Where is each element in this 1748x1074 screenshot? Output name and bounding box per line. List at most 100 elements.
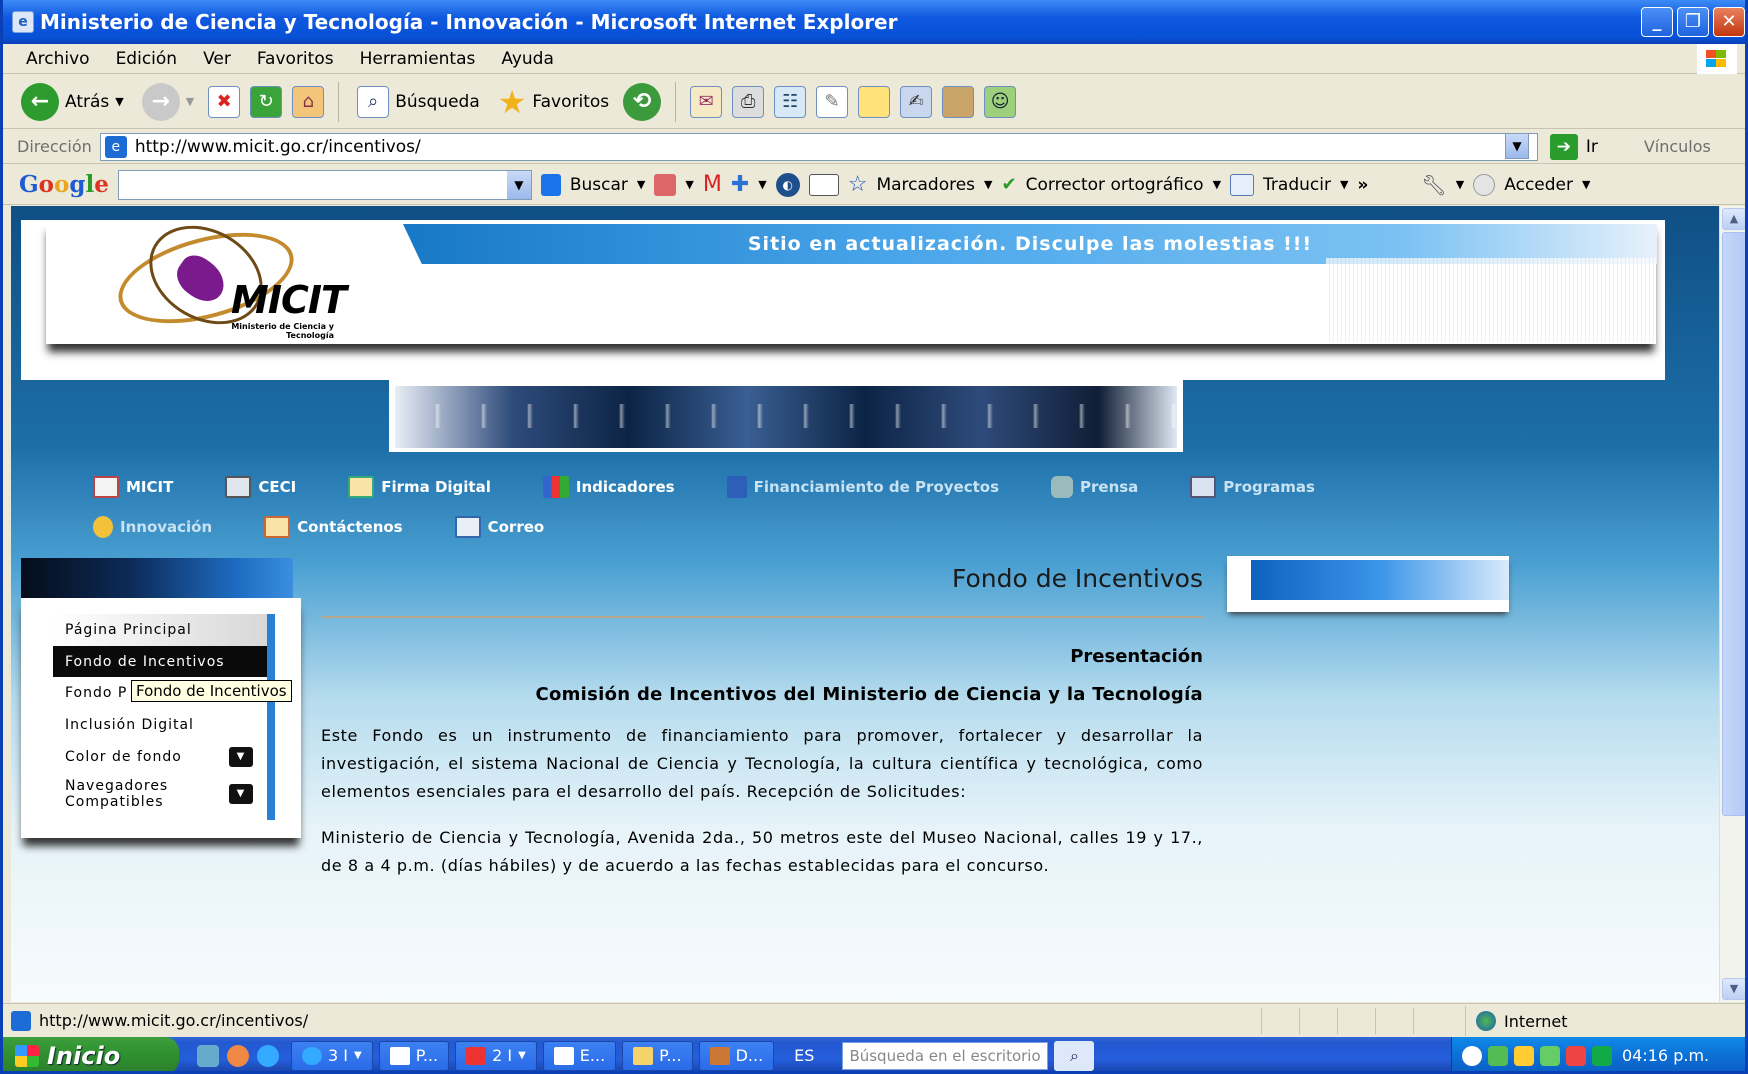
- main-navigation: MICIT CECI Firma Digital Indicadores Fin…: [93, 476, 1493, 538]
- scroll-up-button[interactable]: ▲: [1722, 208, 1745, 230]
- menu-herramientas[interactable]: Herramientas: [347, 49, 489, 69]
- gmail-icon[interactable]: M: [703, 172, 722, 197]
- note-icon[interactable]: [858, 85, 891, 118]
- home-icon[interactable]: ⌂: [292, 85, 325, 118]
- nav-programas[interactable]: Programas: [1190, 476, 1315, 498]
- section-heading: Presentación: [1070, 646, 1203, 667]
- task-word-1[interactable]: P...: [378, 1040, 450, 1071]
- standard-toolbar: ← Atrás ▼ → ▼ ✖ ↻ ⌂ ⌕ Búsqueda ★ Favoritos…: [3, 75, 1745, 129]
- restore-button[interactable]: ❐: [1677, 7, 1709, 37]
- micit-logo[interactable]: MICIT Ministerio de Ciencia y Tecnología: [108, 206, 376, 344]
- task-excel[interactable]: E...: [542, 1040, 617, 1071]
- scroll-thumb[interactable]: [1722, 232, 1745, 816]
- side-item-pagina-principal[interactable]: Página Principal: [53, 614, 267, 646]
- google-search-button[interactable]: Buscar: [570, 175, 628, 195]
- archive-icon[interactable]: [942, 85, 975, 118]
- security-zone: Internet: [1465, 1006, 1568, 1036]
- address-input[interactable]: e http://www.micit.go.cr/incentivos/: [99, 132, 1538, 161]
- tooltip: Fondo de Incentivos: [131, 680, 292, 702]
- wrench-icon[interactable]: 🔧︎: [1421, 173, 1446, 197]
- forward-button[interactable]: → ▼: [138, 80, 198, 124]
- envelope-icon: [454, 516, 481, 538]
- menu-archivo[interactable]: Archivo: [13, 49, 103, 69]
- nav-firma-digital[interactable]: Firma Digital: [348, 476, 491, 498]
- status-bar: http://www.micit.go.cr/incentivos/ Inter…: [3, 1003, 1745, 1037]
- translate-button[interactable]: Traducir: [1263, 175, 1331, 195]
- go-button[interactable]: ➔ Ir: [1549, 133, 1598, 160]
- edit-icon[interactable]: ✎: [816, 85, 849, 118]
- links-toolbar[interactable]: Vínculos: [1644, 137, 1711, 156]
- scroll-down-button[interactable]: ▼: [1722, 978, 1745, 1000]
- nav-correo[interactable]: Correo: [454, 516, 544, 538]
- intro-paragraph: Este Fondo es un instrumento de financia…: [321, 726, 1203, 801]
- start-button[interactable]: Inicio: [3, 1037, 179, 1071]
- refresh-icon[interactable]: ↻: [250, 85, 283, 118]
- title-bar[interactable]: e Ministerio de Ciencia y Tecnología - I…: [3, 0, 1745, 44]
- globe-icon[interactable]: ◐: [775, 172, 800, 197]
- favorites-button[interactable]: ★ Favoritos: [494, 80, 613, 124]
- nav-contactenos[interactable]: Contáctenos: [264, 516, 403, 538]
- mail-icon[interactable]: ✉: [690, 85, 723, 118]
- nav-micit[interactable]: MICIT: [93, 476, 173, 498]
- back-button[interactable]: ← Atrás ▼: [17, 80, 128, 124]
- address-dropdown[interactable]: ▼: [1505, 133, 1529, 159]
- google-search-input[interactable]: ▼: [117, 169, 532, 200]
- more-chevron-icon[interactable]: »: [1357, 175, 1368, 195]
- spellcheck-button[interactable]: Corrector ortográfico: [1026, 175, 1204, 195]
- vertical-scrollbar[interactable]: ▲ ▼: [1719, 206, 1745, 1002]
- menu-edicion[interactable]: Edición: [103, 49, 191, 69]
- bookmarks-button[interactable]: Marcadores: [876, 175, 975, 195]
- antivirus-icon[interactable]: [1566, 1045, 1586, 1066]
- desktop-search-icon[interactable]: ⌕: [1054, 1040, 1095, 1071]
- task-folder[interactable]: P...: [622, 1040, 693, 1071]
- tray-arrow-icon[interactable]: [1462, 1045, 1482, 1066]
- menu-ver[interactable]: Ver: [190, 49, 244, 69]
- firefox-icon[interactable]: [227, 1044, 249, 1067]
- nav-indicadores[interactable]: Indicadores: [542, 476, 675, 498]
- stop-icon[interactable]: ✖: [208, 85, 241, 118]
- ie-quicklaunch-icon[interactable]: [257, 1044, 279, 1067]
- users-tray-icon[interactable]: [1540, 1045, 1560, 1066]
- network-icon[interactable]: [1488, 1045, 1508, 1066]
- desktop-icon[interactable]: [197, 1044, 219, 1067]
- browser-window: e Ministerio de Ciencia y Tecnología - I…: [0, 0, 1748, 1074]
- side-item-navegadores[interactable]: Navegadores Compatibles ▼: [53, 772, 267, 816]
- taskbar: Inicio 3 I ▼ P... 2 I ▼ E... P... D... ES …: [3, 1037, 1745, 1071]
- contacts-icon[interactable]: ☺: [984, 85, 1017, 118]
- side-item-inclusion-digital[interactable]: Inclusión Digital: [53, 709, 267, 741]
- menu-favoritos[interactable]: Favoritos: [244, 49, 347, 69]
- nav-prensa[interactable]: Prensa: [1051, 476, 1138, 498]
- signature-icon: [348, 476, 375, 498]
- expand-arrow-icon[interactable]: ▼: [229, 784, 253, 805]
- nav-financiamiento[interactable]: Financiamiento de Proyectos: [726, 476, 999, 498]
- task-acrobat-group[interactable]: 2 I ▼: [455, 1040, 537, 1071]
- search-button[interactable]: ⌕ Búsqueda: [353, 80, 484, 124]
- desktop-search-input[interactable]: Búsqueda en el escritorio: [842, 1041, 1049, 1070]
- task-program[interactable]: D...: [698, 1040, 775, 1071]
- task-ie-group[interactable]: 3 I ▼: [291, 1040, 373, 1071]
- expand-arrow-icon[interactable]: ▼: [229, 746, 253, 767]
- monitor-icon: [225, 476, 252, 498]
- side-item-color-fondo[interactable]: Color de fondo ▼: [53, 741, 267, 773]
- update-icon[interactable]: [1592, 1045, 1612, 1066]
- plus-icon[interactable]: ✚: [731, 172, 749, 197]
- folder-icon: [633, 1046, 654, 1065]
- news-icon[interactable]: [654, 173, 677, 196]
- popup-blocker-icon[interactable]: [808, 173, 839, 196]
- language-indicator[interactable]: ES: [794, 1046, 814, 1065]
- signin-button[interactable]: Acceder: [1504, 175, 1573, 195]
- side-item-fondo-incentivos[interactable]: Fondo de Incentivos: [53, 645, 267, 678]
- research-icon[interactable]: ☷: [774, 85, 807, 118]
- messenger-icon[interactable]: ✍: [900, 85, 933, 118]
- minimize-button[interactable]: _: [1641, 7, 1673, 37]
- app-icon: [709, 1046, 730, 1065]
- title-divider: [321, 616, 1203, 618]
- menu-ayuda[interactable]: Ayuda: [488, 49, 567, 69]
- nav-ceci[interactable]: CECI: [225, 476, 296, 498]
- print-icon[interactable]: ⎙: [732, 85, 765, 118]
- nav-innovacion[interactable]: Innovación: [93, 516, 212, 538]
- messenger-tray-icon[interactable]: [1514, 1045, 1534, 1066]
- close-button[interactable]: ✕: [1713, 7, 1745, 37]
- ie-icon: e: [12, 11, 34, 33]
- history-icon[interactable]: ⟲: [623, 82, 662, 121]
